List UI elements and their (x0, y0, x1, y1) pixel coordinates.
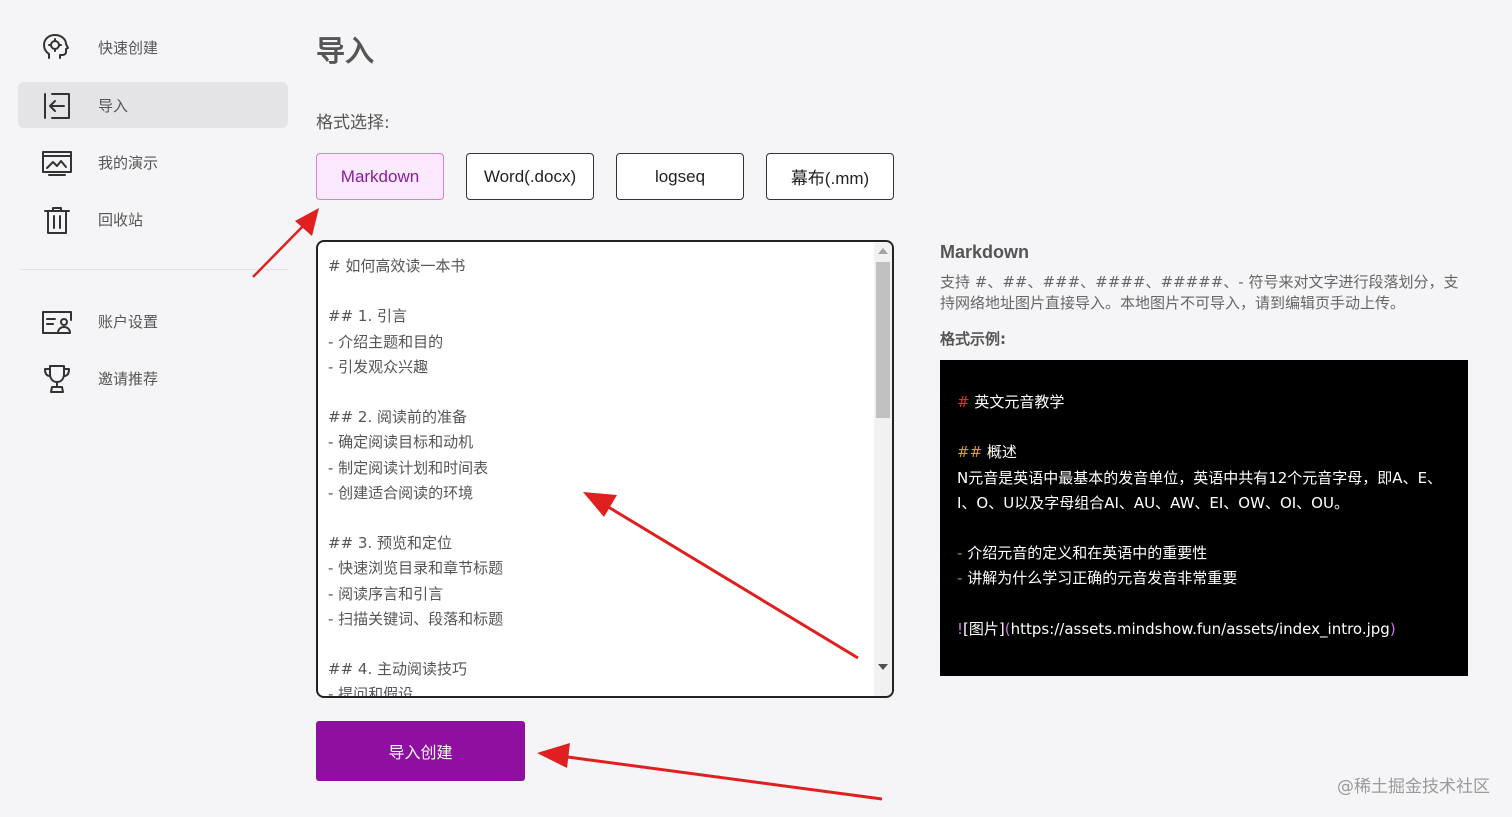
example-bullet-text: 讲解为什么学习正确的元音发音非常重要 (962, 569, 1238, 588)
sidebar-item-quick-create[interactable]: 快速创建 (18, 24, 288, 70)
sidebar-item-label: 快速创建 (98, 38, 159, 57)
scroll-up-arrow-icon[interactable] (878, 248, 888, 254)
account-card-icon (40, 305, 74, 339)
annotation-arrow-submit (537, 743, 883, 801)
page-title: 导入 (316, 34, 375, 68)
markdown-textarea[interactable]: # 如何高效读一本书 ## 1. 引言 - 介绍主题和目的 - 引发观众兴趣 #… (316, 240, 894, 698)
example-blank (957, 415, 1450, 440)
sidebar-item-account-settings[interactable]: 账户设置 (18, 298, 288, 344)
sidebar-item-label: 导入 (98, 96, 129, 115)
example-blank (957, 592, 1450, 617)
format-button-markdown[interactable]: Markdown (316, 153, 444, 200)
scroll-down-arrow-icon[interactable] (878, 664, 888, 670)
example-bullet: - 讲解为什么学习正确的元音发音非常重要 (957, 566, 1450, 591)
watermark: @稀土掘金技术社区 (1337, 777, 1490, 797)
sidebar-item-label: 回收站 (98, 210, 144, 229)
sidebar: 快速创建 导入 我的演示 回收站 账户设置 邀请推荐 (0, 0, 300, 817)
example-image: ![图片](https://assets.mindshow.fun/assets… (957, 617, 1450, 642)
example-image-url: https://assets.mindshow.fun/assets/index… (1010, 619, 1390, 638)
sidebar-item-import[interactable]: 导入 (18, 82, 288, 128)
format-button-logseq[interactable]: logseq (616, 153, 744, 200)
example-h2-mark: ## (957, 443, 983, 462)
sidebar-item-invite[interactable]: 邀请推荐 (18, 355, 288, 401)
sidebar-item-trash[interactable]: 回收站 (18, 196, 288, 242)
sidebar-divider (20, 269, 288, 270)
example-bullet: - 介绍元音的定义和在英语中的重要性 (957, 541, 1450, 566)
sidebar-item-label: 邀请推荐 (98, 369, 159, 388)
help-description: 支持 #、##、###、####、#####、- 符号来对文字进行段落划分，支持… (940, 273, 1459, 312)
format-select-label: 格式选择: (316, 113, 390, 133)
import-icon (40, 89, 74, 123)
sidebar-item-label: 我的演示 (98, 153, 159, 172)
example-image-alt: [图片] (963, 619, 1005, 638)
import-create-button[interactable]: 导入创建 (316, 721, 525, 781)
sidebar-item-label: 账户设置 (98, 312, 159, 331)
format-button-word[interactable]: Word(.docx) (466, 153, 594, 200)
sidebar-item-my-presentations[interactable]: 我的演示 (18, 139, 288, 185)
example-bullet-text: 介绍元音的定义和在英语中的重要性 (962, 544, 1208, 563)
help-title: Markdown (940, 242, 1030, 262)
trophy-icon (40, 362, 74, 396)
example-label: 格式示例: (940, 330, 1006, 348)
scrollbar[interactable] (874, 242, 892, 696)
example-image-paren: ) (1389, 619, 1396, 638)
example-h1-text: 英文元音教学 (969, 393, 1065, 411)
example-h1: # 英文元音教学 (957, 390, 1450, 415)
trash-icon (40, 203, 74, 237)
textarea-content[interactable]: # 如何高效读一本书 ## 1. 引言 - 介绍主题和目的 - 引发观众兴趣 #… (328, 254, 870, 696)
example-h2-text: 概述 (982, 443, 1017, 462)
scrollbar-thumb[interactable] (876, 262, 890, 418)
format-button-mubu[interactable]: 幕布(.mm) (766, 153, 894, 200)
presentation-icon (40, 146, 74, 180)
example-h1-mark: # (957, 393, 970, 411)
example-blank (957, 516, 1450, 541)
example-h2: ## 概述 (957, 440, 1450, 465)
brain-head-icon (40, 31, 74, 65)
example-code-block: # 英文元音教学 ## 概述 N元音是英语中最基本的发音单位，英语中共有12个元… (940, 360, 1468, 676)
example-paragraph: N元音是英语中最基本的发音单位，英语中共有12个元音字母，即A、E、I、O、U以… (957, 468, 1443, 512)
